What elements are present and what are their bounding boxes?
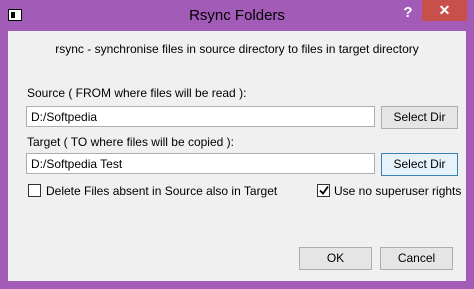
rsync-folders-dialog: Rsync Folders ? ✕ rsync - synchronise fi… xyxy=(0,0,474,289)
title-bar[interactable]: Rsync Folders ? ✕ xyxy=(0,0,474,31)
dialog-body: rsync - synchronise files in source dire… xyxy=(8,31,466,281)
description-text: rsync - synchronise files in source dire… xyxy=(55,42,419,56)
help-button[interactable]: ? xyxy=(396,3,420,23)
close-icon: ✕ xyxy=(438,2,451,18)
delete-files-label: Delete Files absent in Source also in Ta… xyxy=(46,184,278,198)
target-label: Target ( TO where files will be copied )… xyxy=(27,135,234,149)
checkmark-icon xyxy=(319,185,329,195)
cancel-button[interactable]: Cancel xyxy=(380,247,453,270)
delete-files-checkbox[interactable] xyxy=(28,184,41,197)
source-dir-input[interactable] xyxy=(26,106,375,127)
no-superuser-label: Use no superuser rights xyxy=(334,184,462,198)
no-superuser-checkbox[interactable] xyxy=(317,184,330,197)
target-dir-input[interactable] xyxy=(26,153,375,174)
close-button[interactable]: ✕ xyxy=(422,0,467,21)
ok-button[interactable]: OK xyxy=(299,247,372,270)
target-select-dir-button[interactable]: Select Dir xyxy=(381,153,458,176)
source-select-dir-button[interactable]: Select Dir xyxy=(381,106,458,129)
source-label: Source ( FROM where files will be read )… xyxy=(27,86,247,100)
